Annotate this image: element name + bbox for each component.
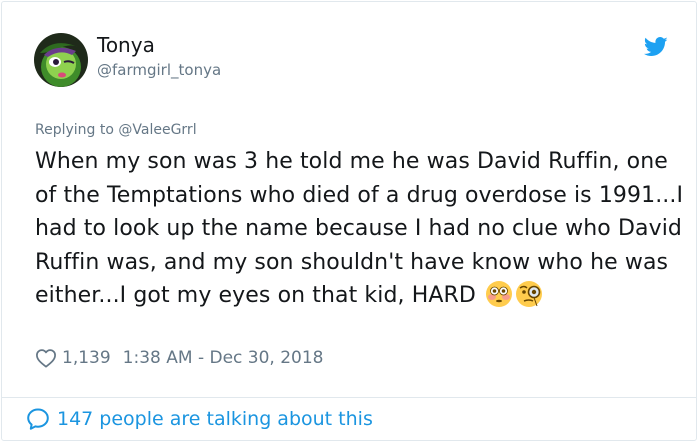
conversation-link[interactable]: 147 people are talking about this	[26, 407, 373, 431]
tweet-timestamp[interactable]: 1:38 AM - Dec 30, 2018	[123, 348, 324, 368]
reply-mention-link[interactable]: @ValeeGrrl	[118, 122, 196, 138]
divider	[2, 397, 696, 398]
face-with-monocle-emoji	[515, 280, 545, 319]
tweet-card: Tonya @farmgirl_tonya Replying to @Valee…	[1, 1, 697, 441]
tweet-text: When my son was 3 he told me he was Davi…	[35, 149, 684, 308]
tweet-meta: 1,139 1:38 AM - Dec 30, 2018	[35, 346, 324, 370]
like-count[interactable]: 1,139	[62, 348, 111, 368]
replying-prefix: Replying to	[35, 122, 114, 138]
replying-to: Replying to @ValeeGrrl	[35, 122, 197, 138]
heart-icon[interactable]	[35, 348, 57, 368]
tweet-text-block: When my son was 3 he told me he was Davi…	[35, 145, 685, 319]
speech-bubble-icon	[27, 408, 49, 430]
flushed-face-emoji	[485, 280, 513, 319]
conversation-label[interactable]: 147 people are talking about this	[57, 408, 373, 430]
display-name[interactable]: Tonya	[97, 33, 155, 57]
avatar[interactable]	[34, 33, 88, 87]
avatar-image	[34, 33, 88, 87]
twitter-bird-icon[interactable]	[644, 36, 668, 58]
user-handle[interactable]: @farmgirl_tonya	[97, 61, 221, 79]
